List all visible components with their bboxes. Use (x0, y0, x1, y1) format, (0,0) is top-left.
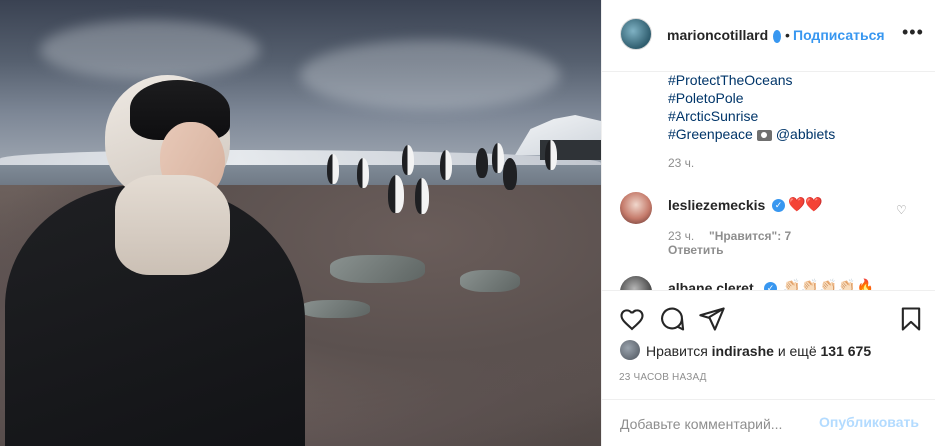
hashtag[interactable]: #PoletoPole (668, 90, 744, 106)
reply-button[interactable]: Ответить (668, 243, 723, 257)
photo-rock-slab (460, 270, 520, 292)
penguin (327, 154, 339, 184)
heart-icon[interactable] (618, 305, 646, 333)
penguin (503, 158, 517, 190)
likes-middle: и ещё (777, 343, 817, 359)
avatar[interactable] (620, 18, 652, 50)
verified-icon (773, 30, 781, 43)
caption-time[interactable]: 23 ч. (668, 156, 694, 170)
penguin (476, 148, 488, 178)
comment-input[interactable] (618, 412, 812, 436)
more-icon[interactable]: ••• (902, 22, 924, 43)
caption-last-line: #Greenpeace @abbiets (668, 126, 835, 142)
separator-dot: • (785, 27, 790, 43)
person-scarf (115, 175, 230, 275)
comment-text: 👏🏻👏🏻👏🏻👏🏻🔥 (783, 278, 876, 290)
verified-icon: ✓ (772, 199, 785, 212)
comment-username[interactable]: lesliezemeckis (668, 197, 765, 213)
photo-rock-slab (300, 300, 370, 318)
penguin (440, 150, 452, 180)
post-button[interactable]: Опубликовать (819, 414, 919, 430)
likes-count[interactable]: 131 675 (821, 343, 872, 359)
penguin (545, 140, 557, 170)
post-timestamp[interactable]: 23 ЧАСОВ НАЗАД (619, 372, 707, 383)
avatar[interactable] (620, 276, 652, 290)
penguin (357, 158, 369, 188)
photo-rock-slab (330, 255, 425, 283)
penguin (388, 175, 404, 213)
hashtag[interactable]: #ArcticSunrise (668, 108, 758, 124)
avatar[interactable] (620, 340, 640, 360)
post-header: marioncotillard • Подписаться ••• (602, 0, 935, 72)
share-icon[interactable] (698, 305, 726, 333)
comment-text: ❤️❤️ (788, 196, 823, 212)
add-comment-bar: Опубликовать (602, 399, 935, 446)
comments-list[interactable]: #ProtectTheOceans #PoletoPole #ArcticSun… (602, 72, 935, 290)
photo-cloud (300, 40, 560, 110)
comment-likes[interactable]: "Нравится": 7 (709, 229, 791, 243)
hashtag[interactable]: #ProtectTheOceans (668, 72, 793, 88)
photo-cloud (40, 20, 260, 80)
penguin (415, 178, 429, 214)
likes-prefix: Нравится (646, 343, 708, 359)
bookmark-icon[interactable] (897, 305, 925, 333)
follow-button[interactable]: Подписаться (793, 27, 885, 43)
heart-icon[interactable]: ♡ (896, 203, 907, 217)
post-photo[interactable] (0, 0, 601, 446)
penguin (492, 143, 504, 173)
mention-link[interactable]: @abbiets (776, 126, 835, 142)
camera-icon (756, 129, 772, 141)
verified-icon: ✓ (764, 282, 777, 290)
likes-user[interactable]: indirashe (712, 343, 774, 359)
hashtag[interactable]: #Greenpeace (668, 126, 753, 142)
post-panel: marioncotillard • Подписаться ••• #Prote… (601, 0, 935, 446)
avatar[interactable] (620, 192, 652, 224)
comment-icon[interactable] (658, 305, 686, 333)
comment-username[interactable]: albane.cleret (668, 280, 754, 290)
post-username[interactable]: marioncotillard (667, 27, 768, 43)
action-bar (602, 290, 935, 346)
likes-text: Нравится indirashe и ещё 131 675 (646, 343, 871, 359)
comment-time[interactable]: 23 ч. (668, 229, 694, 243)
penguin (402, 145, 414, 175)
